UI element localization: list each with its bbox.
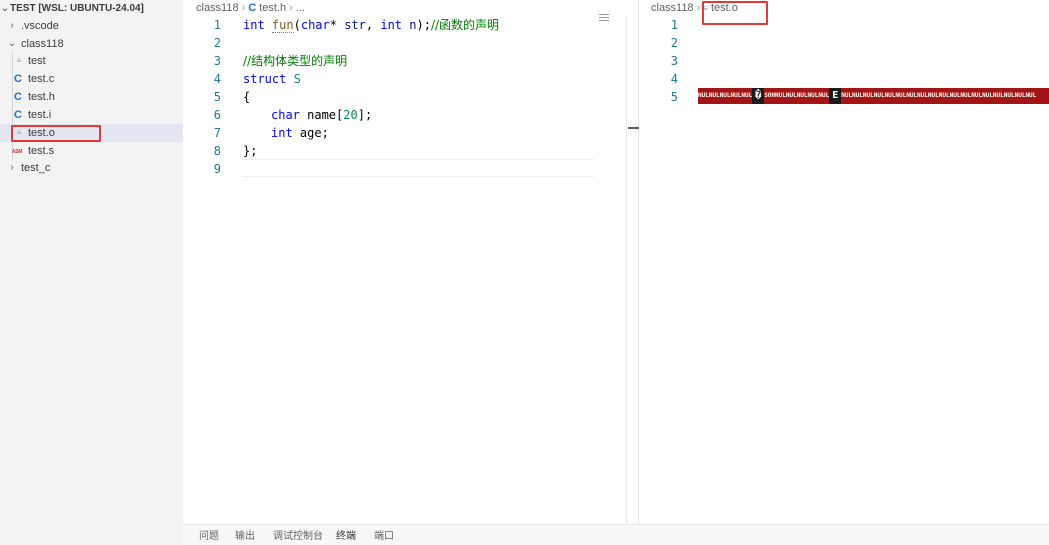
param-name: str — [336, 18, 366, 32]
breadcrumb-file[interactable]: test.h — [259, 2, 286, 14]
punct: ( — [293, 18, 301, 32]
field-name: name[ — [299, 108, 344, 122]
line-number: 2 — [213, 36, 221, 50]
line-number: 3 — [213, 54, 221, 68]
c-file-icon: C — [14, 91, 22, 103]
chevron-right-icon: › — [10, 162, 14, 173]
tree-item-vscode[interactable]: › .vscode — [0, 17, 183, 35]
chevron-right-icon: › — [10, 20, 14, 31]
keyword: char — [271, 108, 300, 122]
tab-output[interactable]: 输出 — [235, 529, 255, 545]
line-number: 4 — [670, 72, 678, 86]
punct: ]; — [357, 108, 373, 122]
tree-item-test-i[interactable]: C test.i — [0, 106, 183, 124]
keyword: int — [271, 126, 293, 140]
tab-terminal[interactable]: 终端 — [336, 529, 356, 545]
keyword: int — [243, 18, 265, 32]
code-line-4[interactable]: struct S — [243, 70, 301, 88]
chevron-right-icon: › — [241, 2, 246, 14]
code-comment: //结构体类型的声明 — [243, 54, 348, 68]
line-number: 8 — [213, 144, 221, 158]
binary-content-line[interactable]: NULNULNULNULNUL � SOHNULNULNULNULNUL E NULNU… — [698, 88, 1049, 104]
code-line-1[interactable]: int fun(char* str, int n);//函数的声明 — [243, 16, 499, 34]
minimap-toggle-icon[interactable] — [599, 14, 609, 22]
line-number: 5 — [213, 90, 221, 104]
tree-item-label: test.c — [28, 73, 55, 85]
tree-item-test-c[interactable]: C test.c — [0, 70, 183, 88]
breadcrumb: class118 › Ctest.h ›... — [196, 0, 305, 16]
tree-item-class118[interactable]: ⌄ class118 — [0, 35, 183, 53]
line-number: 2 — [670, 36, 678, 50]
current-line-highlight — [242, 159, 594, 177]
tree-item-label: .vscode — [21, 20, 59, 32]
code-line-6[interactable]: char name[20]; — [271, 106, 372, 124]
code-line-7[interactable]: int age; — [271, 124, 329, 142]
tree-item-label: test_c — [21, 162, 51, 174]
tree-item-label: test.i — [28, 109, 52, 121]
tab-debug-console[interactable]: 调试控制台 — [273, 529, 323, 545]
editor-scrollbar-track[interactable] — [626, 16, 627, 524]
code-line-5[interactable]: { — [243, 88, 250, 106]
binary-text: NULNULNULNULNULNULNULNULNULNULNULNULNULN… — [841, 92, 1037, 99]
explorer-root-label: TEST [WSL: UBUNTU-24.04] — [10, 3, 144, 14]
breadcrumb-folder[interactable]: class118 — [196, 2, 239, 14]
breadcrumb-symbol[interactable]: ... — [296, 2, 305, 14]
tree-item-label: test.s — [28, 145, 55, 157]
editor-test-h[interactable]: class118 › Ctest.h ›... 1 2 3 4 5 6 7 8 9 i… — [183, 0, 639, 524]
punct: ); — [416, 18, 431, 32]
line-number: 7 — [213, 126, 221, 140]
keyword: struct — [243, 72, 287, 86]
code-line-3[interactable]: //结构体类型的声明 — [243, 52, 347, 70]
code-comment: //函数的声明 — [430, 18, 500, 32]
annotation-box-sidebar — [11, 125, 101, 142]
line-number: 6 — [213, 108, 221, 122]
c-file-icon: C — [14, 109, 22, 121]
bottom-panel-tabs: 问题 输出 调试控制台 终端 端口 — [183, 524, 1049, 545]
keyword: int — [380, 18, 403, 32]
breadcrumb-folder[interactable]: class118 — [651, 2, 694, 14]
line-number: 1 — [670, 18, 678, 32]
binary-text: NULNULNULNULNUL — [698, 92, 753, 99]
field-name: age; — [292, 126, 329, 140]
param-name: n — [402, 18, 417, 32]
keyword: char — [300, 18, 330, 32]
control-char-glyph: E — [829, 88, 842, 104]
tree-item-test-h[interactable]: C test.h — [0, 88, 183, 106]
explorer-sidebar: ⌄ TEST [WSL: UBUNTU-24.04] › .vscode ⌄ c… — [0, 0, 183, 545]
explorer-root-header[interactable]: ⌄ TEST [WSL: UBUNTU-24.04] — [0, 0, 183, 18]
tab-problems[interactable]: 问题 — [199, 529, 219, 545]
editor-test-o[interactable]: class118 › ≡ test.o 1 2 3 4 5 NULNULNULNULN… — [640, 0, 1049, 524]
line-number: 1 — [213, 18, 221, 32]
tree-item-label: test — [28, 55, 46, 67]
document-icon: ≡ — [16, 56, 22, 65]
punct: , — [365, 18, 381, 32]
chevron-right-icon: › — [289, 2, 293, 14]
line-number: 9 — [213, 162, 221, 176]
tab-ports[interactable]: 端口 — [374, 529, 394, 545]
tree-item-test-s[interactable]: ASM test.s — [0, 142, 183, 160]
chevron-down-icon: ⌄ — [0, 3, 10, 14]
number-literal: 20 — [343, 108, 358, 122]
tree-item-label: class118 — [21, 38, 64, 50]
chevron-down-icon: ⌄ — [7, 38, 17, 49]
tree-item-test-c-folder[interactable]: › test_c — [0, 159, 183, 177]
control-char-glyph: � — [752, 88, 765, 104]
line-number: 3 — [670, 54, 678, 68]
c-file-icon: C — [14, 73, 22, 85]
tree-item-label: test.h — [28, 91, 55, 103]
line-number: 4 — [213, 72, 221, 86]
line-number: 5 — [670, 90, 678, 104]
code-line-8[interactable]: }; — [243, 142, 257, 160]
punct: * — [329, 18, 337, 32]
function-name: fun — [271, 18, 294, 33]
struct-name: S — [293, 72, 301, 86]
scrollbar-cursor-marker — [628, 127, 639, 129]
tree-item-test[interactable]: ≡ test — [0, 52, 183, 70]
binary-text: SOHNULNULNULNULNUL — [764, 92, 830, 99]
chevron-right-icon: › — [696, 2, 701, 14]
annotation-box-breadcrumb — [702, 1, 768, 25]
c-file-icon: C — [248, 2, 257, 14]
